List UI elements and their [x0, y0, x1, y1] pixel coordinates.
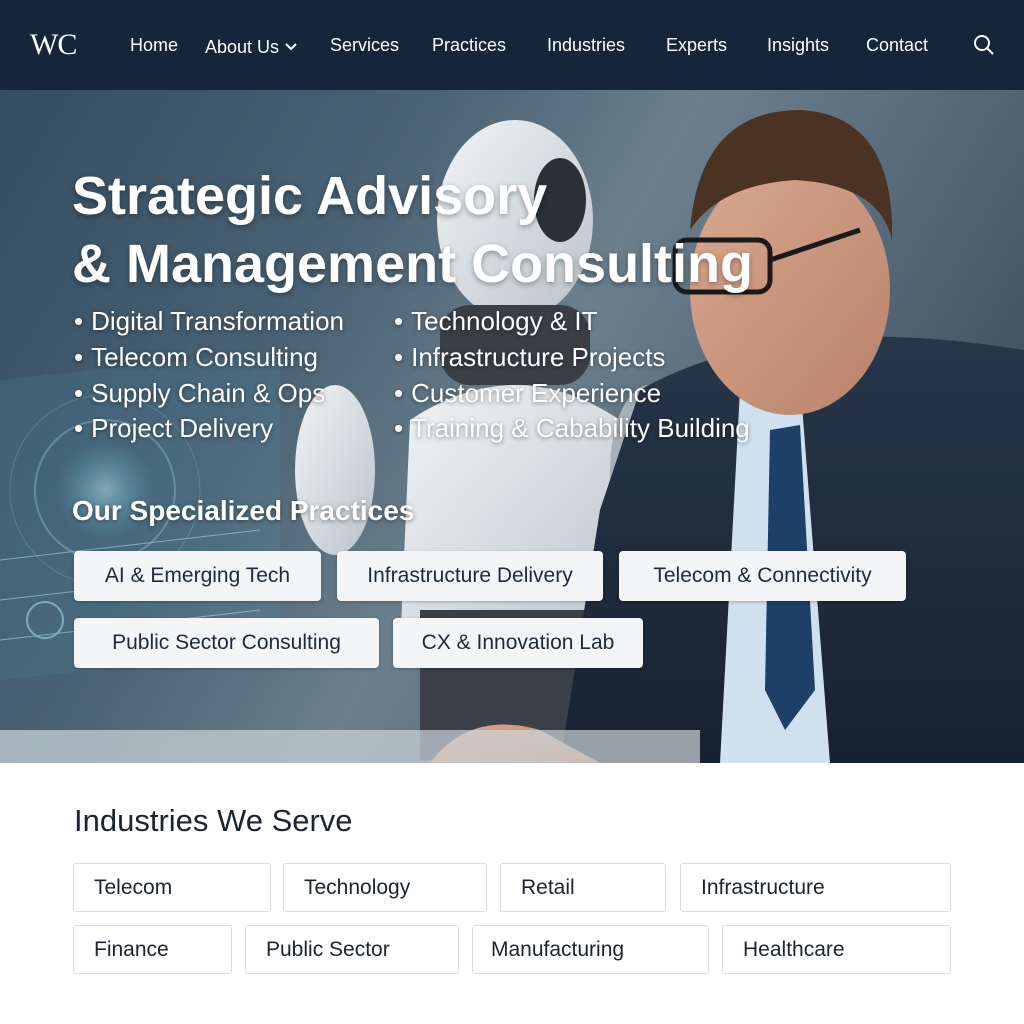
hero-title-line-1: Strategic Advisory — [72, 166, 548, 226]
practice-chip[interactable]: Public Sector Consulting — [74, 618, 379, 668]
top-navigation: WC Home About Us Services Practices Indu… — [0, 0, 1024, 90]
industry-chip[interactable]: Telecom — [73, 863, 271, 912]
service-bullet: Project Delivery — [74, 413, 273, 444]
industry-chip[interactable]: Finance — [73, 925, 232, 974]
hero-title-line-2: & Management Consulting — [72, 234, 754, 294]
nav-contact[interactable]: Contact — [866, 35, 928, 56]
service-bullet: Telecom Consulting — [74, 342, 318, 373]
nav-industries[interactable]: Industries — [547, 35, 625, 56]
nav-insights[interactable]: Insights — [767, 35, 829, 56]
practices-heading: Our Specialized Practices — [72, 495, 415, 526]
industry-chip[interactable]: Technology — [283, 863, 487, 912]
service-bullet: Training & Cabability Building — [394, 413, 750, 444]
practice-chip[interactable]: CX & Innovation Lab — [393, 618, 643, 668]
industry-chip[interactable]: Public Sector — [245, 925, 459, 974]
practice-chip[interactable]: Telecom & Connectivity — [619, 551, 906, 601]
nav-about-us[interactable]: About Us — [205, 35, 297, 58]
service-bullet: Infrastructure Projects — [394, 342, 665, 373]
hero-title: Strategic Advisory & Management Consulti… — [72, 162, 753, 298]
practice-chip[interactable]: AI & Emerging Tech — [74, 551, 321, 601]
industries-heading: Industries We Serve — [74, 803, 353, 838]
industry-chip[interactable]: Healthcare — [722, 925, 951, 974]
nav-practices[interactable]: Practices — [432, 35, 506, 56]
service-bullet: Technology & IT — [394, 306, 597, 337]
practice-chip[interactable]: Infrastructure Delivery — [337, 551, 603, 601]
nav-experts[interactable]: Experts — [666, 35, 727, 56]
hero-section: Strategic Advisory & Management Consulti… — [0, 90, 1024, 763]
service-bullet: Digital Transformation — [74, 306, 344, 337]
nav-services[interactable]: Services — [330, 35, 399, 56]
industry-chip[interactable]: Infrastructure — [680, 863, 951, 912]
industry-chip[interactable]: Retail — [500, 863, 666, 912]
industry-chip[interactable]: Manufacturing — [472, 925, 709, 974]
chevron-down-icon — [285, 35, 297, 56]
logo[interactable]: WC — [30, 28, 77, 62]
nav-home[interactable]: Home — [130, 35, 178, 56]
nav-about-us-label: About Us — [205, 37, 280, 57]
search-icon[interactable] — [973, 34, 995, 56]
service-bullet: Supply Chain & Ops — [74, 378, 325, 409]
service-bullet: Customer Experience — [394, 378, 661, 409]
